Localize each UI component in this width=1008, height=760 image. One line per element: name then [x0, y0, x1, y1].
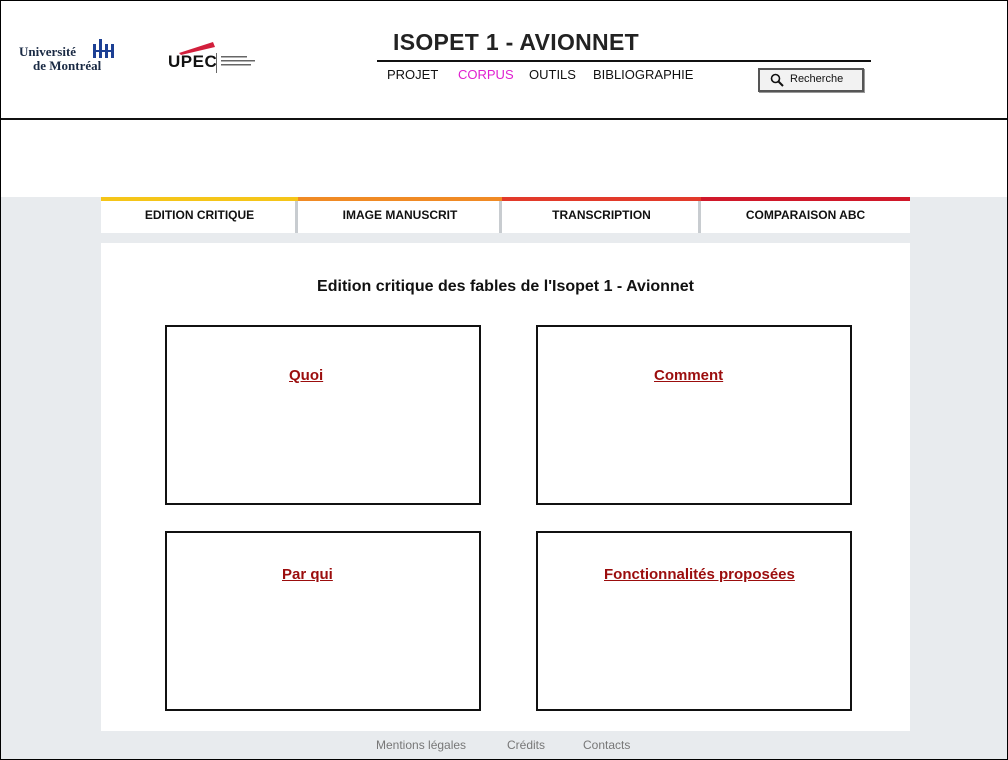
fonctionnalites-link[interactable]: Fonctionnalités proposées: [604, 566, 795, 583]
upec-subtitle-lines-icon: [221, 56, 255, 66]
nav-outils[interactable]: OUTILS: [529, 67, 576, 82]
nav-projet[interactable]: PROJET: [387, 67, 438, 82]
site-footer: Mentions légales Crédits Contacts: [1, 735, 1007, 759]
footer-mentions-link[interactable]: Mentions légales: [376, 738, 466, 752]
site-header: Université de Montréal UPEC ISOPET 1 - A…: [1, 1, 1007, 120]
footer-credits-link[interactable]: Crédits: [507, 738, 545, 752]
card-fonctionnalites: Fonctionnalités proposées: [536, 531, 852, 711]
title-underline: [377, 60, 871, 62]
page-frame: Université de Montréal UPEC ISOPET 1 - A…: [0, 0, 1008, 760]
tab-label: IMAGE MANUSCRIT: [342, 208, 458, 222]
main-panel: Edition critique des fables de l'Isopet …: [101, 243, 910, 731]
search-button[interactable]: Recherche: [758, 68, 864, 92]
tab-accent-bar: [701, 197, 910, 201]
tab-transcription[interactable]: TRANSCRIPTION: [502, 197, 701, 233]
nav-corpus[interactable]: CORPUS: [458, 67, 514, 82]
nav-bibliographie[interactable]: BIBLIOGRAPHIE: [593, 67, 693, 82]
tab-image-manuscrit[interactable]: IMAGE MANUSCRIT: [298, 197, 502, 233]
page-title: Edition critique des fables de l'Isopet …: [317, 278, 694, 295]
search-icon: [770, 73, 784, 87]
search-button-label: Recherche: [790, 73, 844, 85]
tab-label: TRANSCRIPTION: [552, 208, 651, 222]
tab-bar: EDITION CRITIQUE IMAGE MANUSCRIT TRANSCR…: [101, 197, 910, 233]
udem-logo[interactable]: Université de Montréal: [19, 37, 119, 77]
comment-link[interactable]: Comment: [654, 367, 723, 384]
upec-logo-text: UPEC: [168, 52, 218, 71]
tab-label: COMPARAISON ABC: [745, 208, 866, 222]
quoi-link[interactable]: Quoi: [289, 367, 323, 384]
tab-comparaison-abc[interactable]: COMPARAISON ABC: [701, 197, 910, 233]
upec-logo[interactable]: UPEC: [167, 41, 267, 77]
upec-logo-separator: [216, 53, 217, 73]
site-title: ISOPET 1 - AVIONNET: [393, 29, 639, 55]
udem-emblem-icon: [93, 39, 114, 58]
tab-accent-bar: [502, 197, 701, 201]
card-quoi: Quoi: [165, 325, 481, 505]
tab-label: EDITION CRITIQUE: [144, 208, 255, 222]
tab-accent-bar: [298, 197, 502, 201]
par-qui-link[interactable]: Par qui: [282, 566, 333, 583]
card-comment: Comment: [536, 325, 852, 505]
card-par-qui: Par qui: [165, 531, 481, 711]
udem-logo-line2: de Montréal: [33, 58, 102, 73]
footer-contacts-link[interactable]: Contacts: [583, 738, 630, 752]
tab-accent-bar: [101, 197, 298, 201]
tab-edition-critique[interactable]: EDITION CRITIQUE: [101, 197, 298, 233]
